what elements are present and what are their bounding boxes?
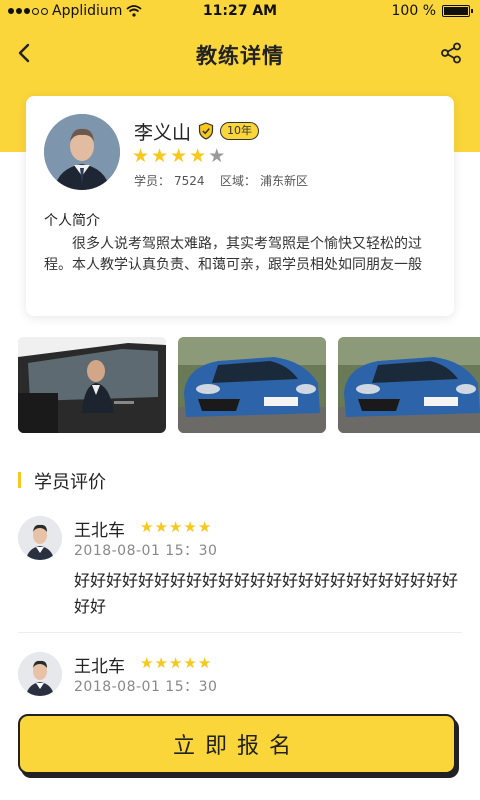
star-filled-icon: ★ [168,518,183,536]
battery-level [444,7,468,15]
enroll-button[interactable]: 立即报名 [18,714,456,774]
intro-text: 很多人说考驾照太难路，其实考驾照是个愉快又轻松的过程。本人教学认真负责、和蔼可亲… [44,236,422,273]
coach-meta: 学员： 7524 区域： 浦东新区 [134,172,312,189]
star-filled-icon: ★ [140,518,154,536]
review-rating: ★ ★ ★ ★ ★ [140,519,211,535]
coach-avatar [44,114,120,190]
star-filled-icon: ★ [183,518,197,536]
verified-shield-icon [198,122,214,140]
star-filled-icon: ★ [140,654,154,672]
photo-gallery[interactable] [18,337,480,433]
page-title: 教练详情 [196,44,284,68]
coach-card: 李义山 10年 ★ ★ ★ ★ ★ 学员： 7524 区域： 浦东新区 个人简介 很多人说考… [26,96,454,316]
reviewer-name: 王北车 [74,521,125,541]
star-filled-icon: ★ [151,145,169,167]
section-accent-bar [18,472,21,488]
review-item: 王北车 ★ ★ ★ ★ ★ 2018-08-01 15：30 [18,652,462,702]
review-time: 2018-08-01 15：30 [74,679,218,695]
review-text: 好好好好好好好好好好好好好好好好好好好好好好好好好好 [74,571,459,616]
area-value: 浦东新区 [260,174,309,188]
experience-badge: 10年 [220,122,259,140]
star-filled-icon: ★ [189,145,207,167]
status-bar: Applidium 11:27 AM 100 % [0,0,480,24]
coach-name: 李义山 [134,122,192,144]
star-filled-icon: ★ [197,654,212,672]
students-label: 学员： [134,174,171,188]
nav-bar: 教练详情 [0,24,480,84]
reviewer-avatar [18,516,62,560]
status-right: 100 % [391,3,473,19]
photo-coach-in-car[interactable] [18,337,166,433]
star-empty-icon: ★ [208,145,226,167]
star-filled-icon: ★ [154,654,168,672]
star-filled-icon: ★ [132,145,150,167]
star-filled-icon: ★ [168,654,183,672]
coach-rating: ★ ★ ★ ★ ★ [132,146,225,166]
photo-blue-car-2[interactable] [338,337,480,433]
share-icon[interactable] [440,42,462,64]
area-label: 区域： [220,174,257,188]
battery-percent: 100 % [391,3,436,19]
review-item: 王北车 ★ ★ ★ ★ ★ 2018-08-01 15：30 好好好好好好好好好好好好好… [18,516,462,626]
photo-blue-car-1[interactable] [178,337,326,433]
review-rating: ★ ★ ★ ★ ★ [140,655,211,671]
star-filled-icon: ★ [170,145,188,167]
battery-icon [442,5,473,17]
review-time: 2018-08-01 15：30 [74,543,218,559]
star-filled-icon: ★ [197,518,212,536]
star-filled-icon: ★ [183,654,197,672]
reviews-section-title: 学员评价 [34,472,106,493]
review-divider [18,632,462,633]
reviewer-name: 王北车 [74,657,125,677]
reviewer-avatar [18,652,62,696]
star-filled-icon: ★ [154,518,168,536]
intro-title: 个人简介 [44,213,100,229]
students-count: 7524 [174,174,205,188]
